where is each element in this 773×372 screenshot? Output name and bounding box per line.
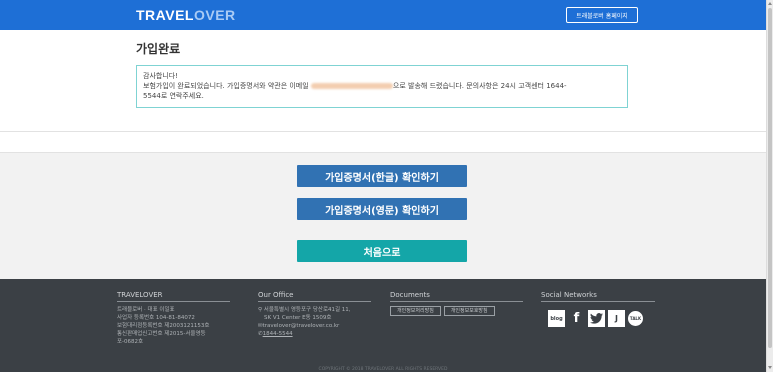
scroll-up-arrow-icon[interactable] [768,2,772,5]
privacy-policy-button[interactable]: 개인정보처리방침 [390,306,441,316]
office-address-1: 서울특별시 영등포구 당산로41길 11, [263,307,351,313]
footer-company-info: 트래블로버 · 대표 이일표 사업자 등록번호 104-81-84072 보험대… [117,306,230,346]
copyright-text: COPYRIGHT © 2018 TRAVELOVER ALL RIGHTS R… [318,367,448,372]
facebook-icon[interactable]: f [568,310,585,327]
completion-message-box: 감사합니다! 보험가입이 완료되었습니다. 가입증명서와 약관은 이메일 으로 … [136,65,628,108]
company-line: 포-0682호 [117,339,144,345]
footer-documents-heading: Documents [390,291,523,302]
vertical-scrollbar[interactable] [766,0,773,372]
documents-links: 개인정보처리방침 개인정보보호방침 [390,302,523,316]
footer: TRAVELOVER 트래블로버 · 대표 이일표 사업자 등록번호 104-8… [0,279,766,372]
logo-over: OVER [193,7,236,23]
scrollbar-thumb[interactable] [768,8,772,348]
footer-office-info: ⚲ 서울특별시 영등포구 당산로41길 11, SK V1 Center E동 … [258,306,371,338]
message-line-2-post: 으로 발송해 드렸습니다. 문의사항은 24시 고객센터 1644- [392,82,567,90]
logo-travel: TRAVEL [136,7,194,23]
top-header: TRAVELOVER 트래블로버 홈페이지 [0,0,766,30]
page-title: 가입완료 [136,42,181,56]
company-line: 보험대리점등록번호 제2003121153호 [117,323,210,329]
message-line-2: 보험가입이 완료되었습니다. 가입증명서와 약관은 이메일 으로 발송해 드렸습… [143,81,621,91]
post-icon[interactable]: J [608,310,625,327]
company-line: 통신판매업신고번호 제2015-서울영등 [117,331,206,337]
action-section: 가입증명서(한글) 확인하기 가입증명서(영문) 확인하기 처음으로 [0,152,766,279]
message-line-2-pre: 보험가입이 완료되었습니다. 가입증명서와 약관은 이메일 [143,82,309,90]
message-line-1: 감사합니다! [143,72,179,80]
twitter-icon[interactable] [588,310,605,327]
footer-company-heading: TRAVELOVER [117,291,230,302]
footer-social: Social Networks blog f J TALK [541,291,655,327]
footer-office: Our Office ⚲ 서울특별시 영등포구 당산로41길 11, SK V1… [258,291,371,338]
scroll-down-arrow-icon[interactable] [768,366,772,369]
office-address-2: SK V1 Center E동 1509호 [264,315,332,321]
footer-company: TRAVELOVER 트래블로버 · 대표 이일표 사업자 등록번호 104-8… [117,291,230,346]
privacy-protection-button[interactable]: 개인정보보호방침 [443,306,495,316]
footer-documents: Documents 개인정보처리방침 개인정보보호방침 [390,291,523,316]
blog-icon[interactable]: blog [548,310,565,327]
message-line-3: 5544로 연락주세요. [143,92,204,100]
office-phone[interactable]: 1844-5544 [263,331,293,337]
talk-icon[interactable]: TALK [628,311,643,326]
social-icons: blog f J TALK [548,310,655,327]
redacted-email [310,83,393,89]
section-divider [0,131,766,132]
footer-office-heading: Our Office [258,291,371,302]
company-line: 사업자 등록번호 104-81-84072 [117,315,195,321]
korean-certificate-button[interactable]: 가입증명서(한글) 확인하기 [297,165,467,187]
office-email[interactable]: travelover@travelover.co.kr [263,323,340,329]
homepage-button[interactable]: 트래블로버 홈페이지 [566,7,638,23]
english-certificate-button[interactable]: 가입증명서(영문) 확인하기 [297,198,467,220]
logo[interactable]: TRAVELOVER [136,7,236,23]
location-pin-icon: ⚲ [258,307,263,313]
go-home-button[interactable]: 처음으로 [297,240,467,262]
company-line: 트래블로버 · 대표 이일표 [117,307,175,313]
footer-social-heading: Social Networks [541,291,655,302]
